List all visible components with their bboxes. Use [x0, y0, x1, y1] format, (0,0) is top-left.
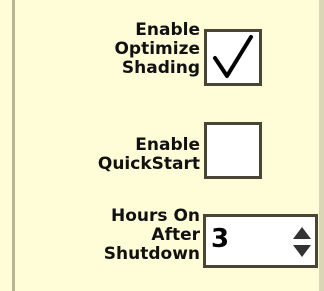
- hours-on-label-line-3: Shutdown: [103, 244, 200, 264]
- optimize-shading-label-line-1: Enable: [135, 20, 200, 40]
- hours-on-spinbox[interactable]: 3: [203, 214, 318, 268]
- check-icon: [213, 35, 253, 78]
- quickstart-label: Enable QuickStart: [98, 136, 200, 174]
- quickstart-label-line-1: Enable: [135, 135, 200, 155]
- optimize-shading-label-line-2: Optimize: [114, 39, 200, 59]
- optimize-shading-label-line-3: Shading: [121, 58, 200, 78]
- hours-on-label-line-1: Hours On: [111, 206, 200, 226]
- hours-on-label-line-2: After: [151, 225, 200, 245]
- quickstart-label-line-2: QuickStart: [97, 154, 200, 174]
- settings-panel: Enable Optimize Shading Enable QuickStar…: [0, 0, 324, 291]
- hours-on-label: Hours On After Shutdown: [104, 207, 200, 264]
- optimize-shading-label: Enable Optimize Shading: [114, 21, 200, 78]
- quickstart-checkbox[interactable]: [204, 122, 262, 179]
- hours-on-value[interactable]: 3: [211, 224, 229, 254]
- panel-right-edge: [319, 0, 324, 291]
- optimize-shading-checkbox[interactable]: [204, 29, 262, 86]
- up-down-arrows-icon[interactable]: [291, 225, 313, 259]
- panel-left-edge: [12, 0, 15, 291]
